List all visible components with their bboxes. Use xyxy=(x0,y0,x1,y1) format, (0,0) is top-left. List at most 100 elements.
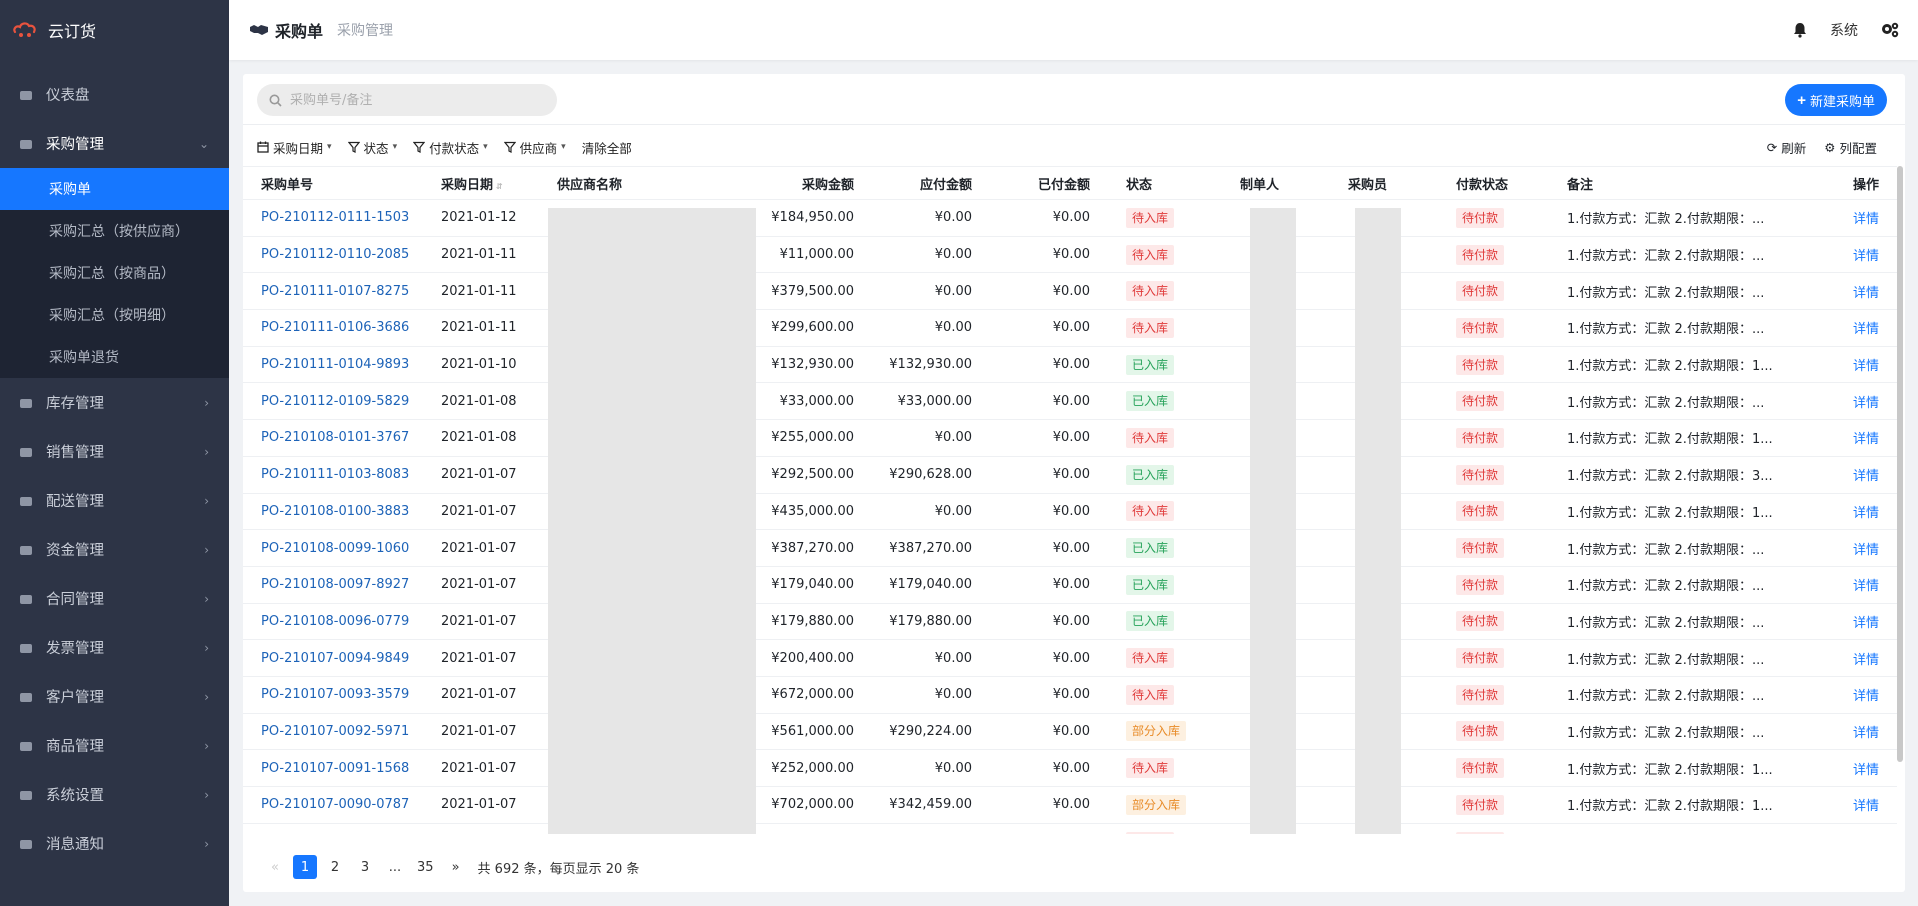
system-menu[interactable]: 系统 xyxy=(1830,20,1858,40)
detail-link[interactable]: 详情 xyxy=(1853,763,1879,778)
table-row[interactable]: PO-210111-0106-3686 2021-01-11 ¥299,600.00… xyxy=(243,310,1897,347)
table-row[interactable]: PO-210108-0099-1060 2021-01-07 ¥387,270.00… xyxy=(243,530,1897,567)
submenu-item[interactable]: 采购汇总（按商品） xyxy=(0,252,229,294)
table-row[interactable]: PO-210107-0089-31402021-01-07¥405,000.00… xyxy=(243,824,1897,834)
table-row[interactable]: PO-210107-0092-5971 2021-01-07 ¥561,000.00… xyxy=(243,714,1897,751)
table-row[interactable]: PO-210108-0100-3883 2021-01-07 ¥435,000.00… xyxy=(243,494,1897,531)
table-row[interactable]: PO-210112-0109-5829 2021-01-08 ¥33,000.00 ¥… xyxy=(243,383,1897,421)
sidebar-item[interactable]: 发票管理 › xyxy=(0,623,229,672)
purchase-amount: ¥184,950.00 xyxy=(771,210,854,226)
detail-link[interactable]: 详情 xyxy=(1853,249,1879,264)
sidebar-item[interactable]: 配送管理 › xyxy=(0,476,229,525)
sidebar-item[interactable]: 采购管理 ⌄ xyxy=(0,119,229,168)
po-number-link[interactable]: PO-210112-0109-5829 xyxy=(261,394,409,409)
po-number-link[interactable]: PO-210107-0091-1568 xyxy=(261,761,409,776)
sidebar-item[interactable]: 资金管理 › xyxy=(0,525,229,574)
detail-link[interactable]: 详情 xyxy=(1853,543,1879,558)
detail-link[interactable]: 详情 xyxy=(1853,616,1879,631)
po-number-link[interactable]: PO-210108-0100-3883 xyxy=(261,504,409,519)
search-box[interactable] xyxy=(257,84,557,116)
detail-link[interactable]: 详情 xyxy=(1853,322,1879,337)
detail-link[interactable]: 详情 xyxy=(1853,396,1879,411)
submenu-item[interactable]: 采购汇总（按明细） xyxy=(0,294,229,336)
table-cell: ¥252,000.00 xyxy=(748,761,872,776)
po-number-link[interactable]: PO-210108-0097-8927 xyxy=(261,577,409,592)
po-number-link[interactable]: PO-210111-0104-9893 xyxy=(261,357,409,372)
po-number-link[interactable]: PO-210111-0106-3686 xyxy=(261,320,409,335)
po-number-link[interactable]: PO-210108-0099-1060 xyxy=(261,541,409,556)
sidebar-item[interactable]: 商品管理 › xyxy=(0,721,229,770)
po-number-link[interactable]: PO-210107-0090-0787 xyxy=(261,797,409,812)
new-purchase-order-button[interactable]: + 新建采购单 xyxy=(1785,84,1887,116)
detail-link[interactable]: 详情 xyxy=(1853,286,1879,301)
table-cell: ¥387,270.00 xyxy=(748,541,872,556)
detail-link[interactable]: 详情 xyxy=(1853,799,1879,814)
table-row[interactable]: PO-210107-0093-3579 2021-01-07 ¥672,000.00… xyxy=(243,677,1897,714)
submenu-item[interactable]: 采购单 xyxy=(0,168,229,210)
page-button[interactable]: 35 xyxy=(413,855,438,879)
table-cell: 待付款 xyxy=(1438,354,1549,375)
column-header[interactable]: 采购日期 ⇵ xyxy=(423,174,539,193)
sidebar-item[interactable]: 系统设置 › xyxy=(0,770,229,819)
filter-payment-status[interactable]: 付款状态 ▾ xyxy=(413,138,488,157)
users-icon xyxy=(18,689,34,705)
po-number-link[interactable]: PO-210112-0110-2085 xyxy=(261,247,409,262)
page-button[interactable]: 3 xyxy=(353,855,377,879)
detail-link[interactable]: 详情 xyxy=(1853,432,1879,447)
filter-purchase-date[interactable]: 采购日期 ▾ xyxy=(257,138,332,157)
table-row[interactable]: PO-210108-0096-0779 2021-01-07 ¥179,880.00… xyxy=(243,604,1897,641)
refresh-button[interactable]: ⟳ 刷新 xyxy=(1767,138,1807,157)
next-page-button[interactable]: » xyxy=(444,855,468,879)
sidebar-item[interactable]: 销售管理 › xyxy=(0,427,229,476)
po-number-link[interactable]: PO-210111-0107-8275 xyxy=(261,284,409,299)
sort-icon[interactable]: ⇵ xyxy=(496,182,503,191)
po-number-link[interactable]: PO-210107-0093-3579 xyxy=(261,687,409,702)
detail-link[interactable]: 详情 xyxy=(1853,359,1879,374)
table-cell: ¥0.00 xyxy=(990,541,1108,556)
submenu-item[interactable]: 采购汇总（按供应商） xyxy=(0,210,229,252)
detail-link[interactable]: 详情 xyxy=(1853,212,1879,227)
po-number-link[interactable]: PO-210112-0111-1503 xyxy=(261,210,409,225)
brand[interactable]: 云订货 xyxy=(0,0,229,60)
clear-all-filters[interactable]: 清除全部 xyxy=(582,138,632,157)
sidebar-item[interactable]: 消息通知 › xyxy=(0,819,229,868)
po-number-link[interactable]: PO-210107-0094-9849 xyxy=(261,651,409,666)
table-row[interactable]: PO-210107-0094-9849 2021-01-07 ¥200,400.00… xyxy=(243,640,1897,677)
po-number-link[interactable]: PO-210108-0101-3767 xyxy=(261,430,409,445)
detail-link[interactable]: 详情 xyxy=(1853,506,1879,521)
po-number-link[interactable]: PO-210111-0103-8083 xyxy=(261,467,409,482)
gears-icon[interactable] xyxy=(1880,21,1900,39)
sidebar-item[interactable]: 库存管理 › xyxy=(0,378,229,427)
detail-link[interactable]: 详情 xyxy=(1853,653,1879,668)
table-row[interactable]: PO-210112-0111-1503 2021-01-12 ¥184,950.00… xyxy=(243,200,1897,237)
detail-link[interactable]: 详情 xyxy=(1853,469,1879,484)
table-row[interactable]: PO-210111-0107-8275 2021-01-11 ¥379,500.00… xyxy=(243,273,1897,311)
po-number-link[interactable]: PO-210107-0092-5971 xyxy=(261,724,409,739)
table-row[interactable]: PO-210107-0090-0787 2021-01-07 ¥702,000.00… xyxy=(243,787,1897,824)
payable-amount: ¥290,224.00 xyxy=(889,723,972,739)
detail-link[interactable]: 详情 xyxy=(1853,579,1879,594)
breadcrumb[interactable]: 采购管理 xyxy=(337,20,393,40)
detail-link[interactable]: 详情 xyxy=(1853,689,1879,704)
table-row[interactable]: PO-210111-0103-8083 2021-01-07 ¥292,500.00… xyxy=(243,457,1897,494)
filter-status[interactable]: 状态 ▾ xyxy=(347,138,397,157)
page-button[interactable]: 2 xyxy=(323,855,347,879)
filter-supplier[interactable]: 供应商 ▾ xyxy=(503,138,566,157)
detail-link[interactable]: 详情 xyxy=(1853,726,1879,741)
column-config-button[interactable]: ⚙ 列配置 xyxy=(1824,138,1877,157)
table-row[interactable]: PO-210111-0104-9893 2021-01-10 ¥132,930.00… xyxy=(243,347,1897,384)
submenu-item[interactable]: 采购单退货 xyxy=(0,336,229,378)
search-input[interactable] xyxy=(290,92,540,108)
bell-icon[interactable] xyxy=(1792,22,1808,38)
table-scrollbar[interactable] xyxy=(1897,166,1903,762)
table-row[interactable]: PO-210112-0110-2085 2021-01-11 ¥11,000.00 ¥… xyxy=(243,237,1897,274)
po-number-link[interactable]: PO-210108-0096-0779 xyxy=(261,614,409,629)
sidebar-item[interactable]: 客户管理 › xyxy=(0,672,229,721)
table-row[interactable]: PO-210108-0101-3767 2021-01-08 ¥255,000.00… xyxy=(243,420,1897,457)
table-row[interactable]: PO-210107-0091-1568 2021-01-07 ¥252,000.00… xyxy=(243,750,1897,787)
sidebar-item[interactable]: 合同管理 › xyxy=(0,574,229,623)
page-button[interactable]: 1 xyxy=(293,855,317,879)
app-name: 云订货 xyxy=(48,22,97,41)
table-row[interactable]: PO-210108-0097-8927 2021-01-07 ¥179,040.00… xyxy=(243,567,1897,604)
sidebar-item[interactable]: 仪表盘 xyxy=(0,70,229,119)
